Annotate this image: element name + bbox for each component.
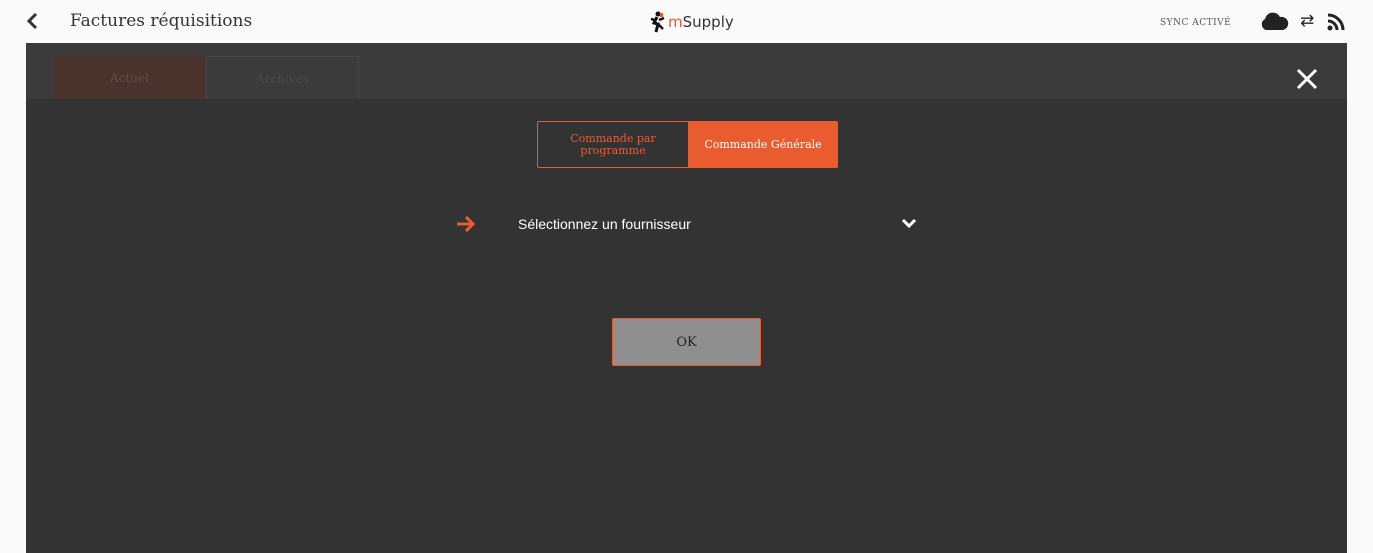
- msupply-logo-icon: [650, 11, 665, 33]
- order-type-toggle: Commande par programme Commande Générale: [537, 121, 838, 168]
- cloud-icon[interactable]: [1259, 12, 1289, 32]
- arrow-right-icon: [457, 215, 476, 233]
- ok-button[interactable]: OK: [612, 318, 761, 366]
- sync-status-label: SYNC ACTIVÉ: [1160, 18, 1232, 28]
- modal-overlay: Actuel Archives Commande par programme C…: [26, 43, 1347, 553]
- program-order-button[interactable]: Commande par programme: [537, 121, 688, 168]
- top-bar: Factures réquisitions mSupply SYNC ACTIV…: [0, 0, 1373, 43]
- supplier-select[interactable]: Sélectionnez un fournisseur: [456, 213, 926, 237]
- supplier-select-label: Sélectionnez un fournisseur: [518, 216, 691, 232]
- logo-suffix: Supply: [682, 13, 734, 31]
- close-icon[interactable]: [1293, 65, 1321, 93]
- chevron-down-icon[interactable]: [901, 217, 917, 229]
- logo: mSupply: [648, 10, 734, 34]
- logo-text: mSupply: [668, 13, 734, 31]
- logo-prefix: m: [668, 13, 683, 31]
- rss-icon[interactable]: [1326, 12, 1346, 32]
- sync-arrows-icon[interactable]: ⇄: [1300, 13, 1314, 30]
- page-title: Factures réquisitions: [70, 11, 253, 31]
- background-tabs: Actuel Archives: [26, 43, 1347, 101]
- chevron-left-icon: [26, 12, 38, 30]
- app: Factures réquisitions mSupply SYNC ACTIV…: [0, 0, 1373, 553]
- back-button[interactable]: [26, 12, 46, 32]
- tab-current: Actuel: [54, 56, 205, 99]
- general-order-button[interactable]: Commande Générale: [688, 121, 838, 168]
- tab-archives: Archives: [206, 56, 359, 101]
